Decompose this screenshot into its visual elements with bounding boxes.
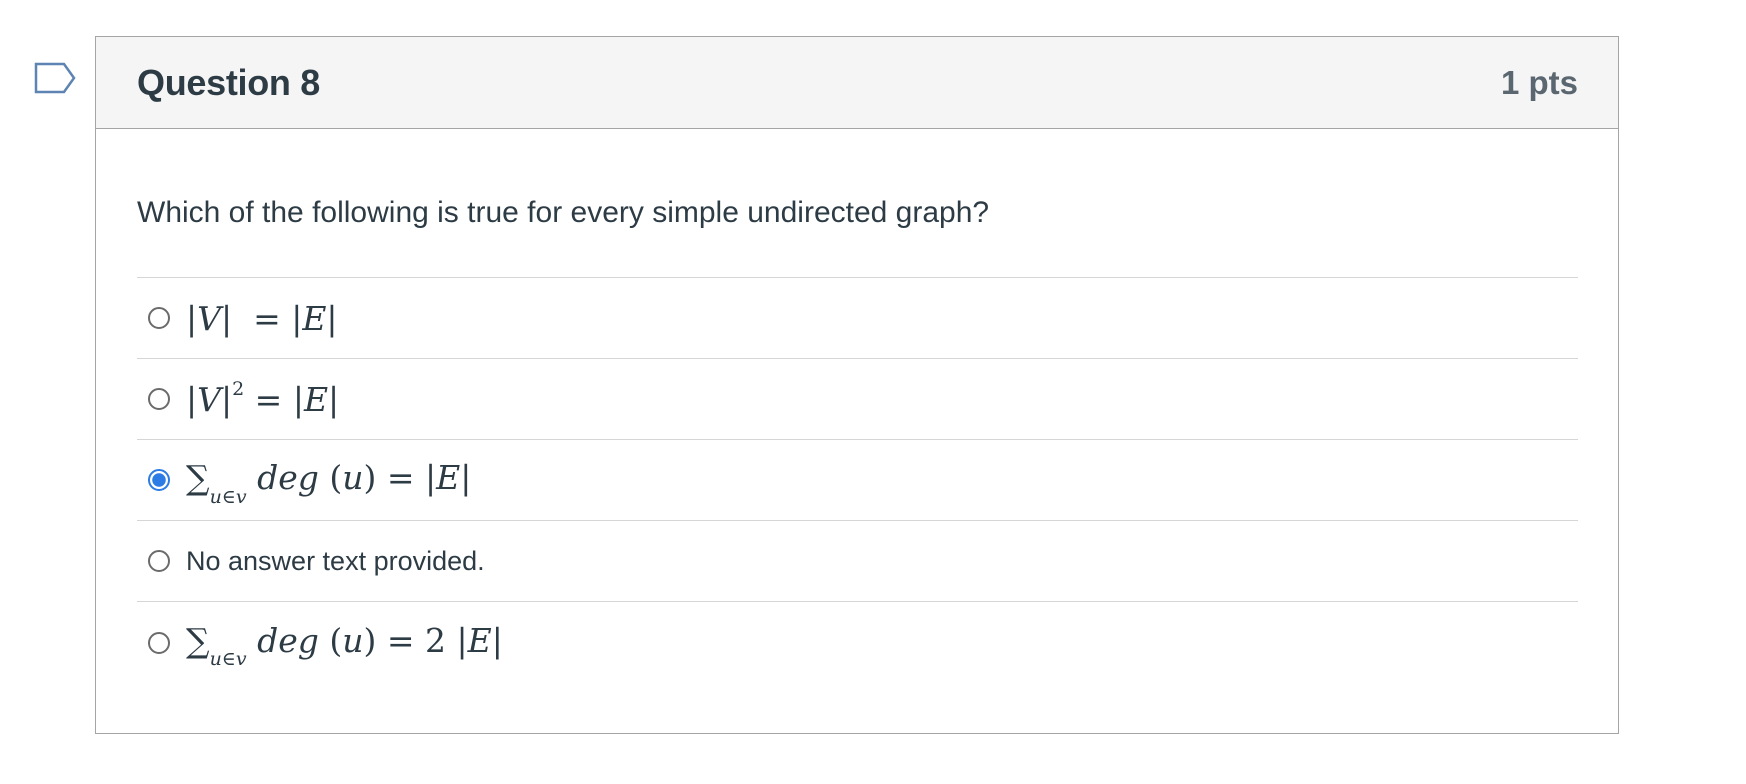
- question-header: Question 8 1 pts: [96, 37, 1618, 129]
- answer-label: |V|2 = |E|: [186, 377, 340, 419]
- answer-label: ∑u∈v deg (u) = |E|: [186, 458, 472, 508]
- question-points: 1 pts: [1500, 63, 1578, 101]
- answer-option-1[interactable]: |V| = |E|: [137, 278, 1578, 359]
- answer-option-3[interactable]: ∑u∈v deg (u) = |E|: [137, 440, 1578, 521]
- answer-list: |V| = |E| |V|2 = |E| ∑u∈v deg (u) = |E| …: [137, 277, 1578, 683]
- question-body: Which of the following is true for every…: [96, 193, 1618, 683]
- question-prompt: Which of the following is true for every…: [137, 196, 990, 229]
- answer-option-5[interactable]: ∑u∈v deg (u) = 2 |E|: [137, 602, 1578, 683]
- answer-option-4[interactable]: No answer text provided.: [137, 521, 1578, 602]
- answer-option-2[interactable]: |V|2 = |E|: [137, 359, 1578, 440]
- answer-label: No answer text provided.: [186, 545, 485, 576]
- radio-button-selected[interactable]: [148, 469, 170, 491]
- radio-button[interactable]: [148, 550, 170, 572]
- answer-label: ∑u∈v deg (u) = 2 |E|: [186, 620, 503, 671]
- question-title: Question 8: [137, 61, 321, 103]
- answer-label: |V| = |E|: [186, 298, 338, 338]
- radio-button[interactable]: [148, 307, 170, 329]
- question-card: Question 8 1 pts Which of the following …: [95, 36, 1619, 734]
- radio-button[interactable]: [148, 631, 170, 654]
- flag-question-icon[interactable]: [34, 62, 78, 98]
- radio-button[interactable]: [148, 388, 170, 410]
